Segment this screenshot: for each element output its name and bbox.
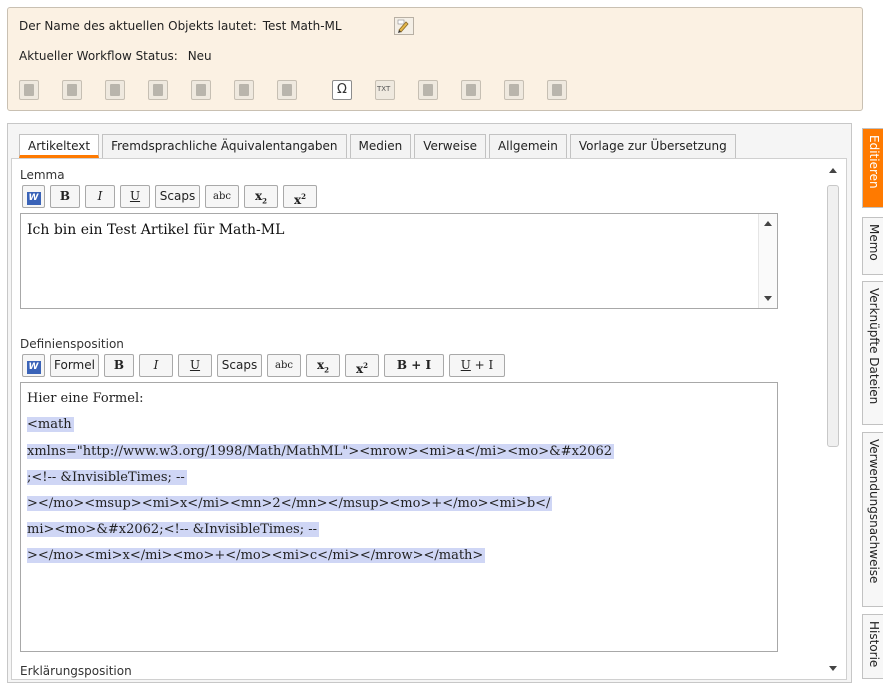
side-tab-label: Verknüpfte Dateien [867, 288, 881, 405]
formula-button[interactable]: Formel [50, 354, 99, 377]
side-tab-label: Historie [867, 621, 881, 668]
underline-italic-button[interactable]: U + I [449, 354, 505, 377]
link-icon[interactable] [547, 80, 567, 100]
book-icon[interactable] [418, 80, 438, 100]
save-icon[interactable] [234, 80, 254, 100]
formula-line: ></mo><msup><mi>x</mi><mn>2</mn></msup><… [27, 496, 553, 511]
definition-intro-text: Hier eine Formel: [27, 391, 144, 406]
subscript-button[interactable]: x2 [244, 185, 278, 208]
editor-panel: Artikeltext Fremdsprachliche Äquivalenta… [7, 123, 852, 683]
subscript-button-mark: 2 [324, 365, 330, 375]
formula-line: xmlns="http://www.w3.org/1998/Math/MathM… [27, 444, 615, 459]
tab-verweise[interactable]: Verweise [414, 134, 486, 158]
lemma-label: Lemma [20, 168, 65, 182]
scroll-up-icon[interactable] [764, 221, 772, 226]
subscript-button-mark: 2 [262, 196, 268, 206]
workflow-status-row: Aktueller Workflow Status: Neu [19, 49, 212, 63]
small-caps-button[interactable]: Scaps [217, 354, 262, 377]
new-document-icon[interactable] [62, 80, 82, 100]
bold-button[interactable]: B [50, 185, 80, 208]
object-name-row: Der Name des aktuellen Objekts lautet: T… [19, 19, 342, 33]
word-icon[interactable]: W [22, 354, 45, 377]
formula-line: <math [27, 417, 74, 432]
object-name-label: Der Name des aktuellen Objekts lautet: [19, 19, 257, 33]
small-caps-button[interactable]: Scaps [155, 185, 200, 208]
lemma-textbox[interactable]: Ich bin ein Test Artikel für Math-ML [20, 213, 778, 309]
italic-button[interactable]: I [85, 185, 115, 208]
object-name-value: Test Math-ML [262, 19, 342, 33]
side-tab-memo[interactable]: Memo [862, 217, 883, 275]
scroll-down-icon[interactable] [829, 666, 837, 671]
strikethrough-button[interactable]: abc [205, 185, 239, 208]
underline-button[interactable]: U [178, 354, 212, 377]
bold-italic-button[interactable]: B + I [384, 354, 444, 377]
print-icon[interactable] [504, 80, 524, 100]
definition-format-toolbar: W Formel B I U Scaps abc x2 x2 B + I U +… [22, 354, 510, 378]
underline-italic-rest: + I [470, 358, 494, 372]
superscript-button-mark: 2 [363, 361, 369, 370]
delete-document-icon[interactable] [148, 80, 168, 100]
side-tab-label: Editieren [867, 135, 881, 189]
formula-line: mi><mo>&#x2062;<!-- &InvisibleTimes; -- [27, 522, 320, 537]
definition-textbox[interactable]: Hier eine Formel: <math xmlns="http://ww… [20, 382, 778, 652]
formula-line: ></mo><mi>x</mi><mo>+</mo><mi>c</mi></mr… [27, 548, 486, 563]
folder-icon[interactable] [191, 80, 211, 100]
article-tabs: Artikeltext Fremdsprachliche Äquivalenta… [19, 134, 739, 158]
article-content: Lemma W B I U Scaps abc x2 x2 Ich bin ei… [11, 158, 847, 680]
lemma-format-toolbar: W B I U Scaps abc x2 x2 [22, 185, 322, 209]
tab-artikeltext[interactable]: Artikeltext [19, 134, 100, 158]
txt-icon[interactable] [375, 80, 395, 100]
side-tab-historie[interactable]: Historie [862, 614, 883, 679]
lemma-scrollbar[interactable] [758, 214, 777, 308]
content-scrollbar[interactable] [824, 165, 842, 677]
tab-allgemein[interactable]: Allgemein [488, 134, 567, 158]
formula-line: ;<!-- &InvisibleTimes; -- [27, 470, 187, 485]
workflow-status-value: Neu [187, 49, 212, 63]
underline-button[interactable]: U [120, 185, 150, 208]
side-tab-label: Verwendungsnachweise [867, 439, 881, 584]
subscript-button[interactable]: x2 [306, 354, 340, 377]
export-icon[interactable] [461, 80, 481, 100]
side-tab-verwendungsnachweise[interactable]: Verwendungsnachweise [862, 432, 883, 607]
sync-icon[interactable] [277, 80, 297, 100]
italic-button[interactable]: I [139, 354, 173, 377]
article-icon[interactable] [19, 80, 39, 100]
side-tab-editieren[interactable]: Editieren [862, 128, 883, 208]
workflow-status-label: Aktueller Workflow Status: [19, 49, 178, 63]
tab-vorlage-zur-uebersetzung[interactable]: Vorlage zur Übersetzung [569, 134, 736, 158]
side-tab-label: Memo [867, 224, 881, 261]
scroll-thumb[interactable] [827, 185, 839, 447]
lemma-text: Ich bin ein Test Artikel für Math-ML [27, 222, 285, 238]
header-toolbar [19, 80, 567, 104]
superscript-button[interactable]: x2 [345, 354, 379, 377]
explanation-label: Erklärungsposition [20, 664, 132, 678]
side-tab-verknuepfte-dateien[interactable]: Verknüpfte Dateien [862, 281, 883, 425]
object-header: Der Name des aktuellen Objekts lautet: T… [7, 7, 863, 111]
strikethrough-button[interactable]: abc [267, 354, 301, 377]
definition-label: Definiensposition [20, 337, 124, 351]
word-icon-glyph: W [26, 361, 41, 374]
omega-icon[interactable] [332, 80, 352, 100]
superscript-button[interactable]: x2 [283, 185, 317, 208]
scroll-down-icon[interactable] [764, 296, 772, 301]
word-icon-glyph: W [26, 192, 41, 205]
copy-document-icon[interactable] [105, 80, 125, 100]
superscript-button-mark: 2 [301, 192, 307, 201]
tab-medien[interactable]: Medien [349, 134, 412, 158]
word-icon[interactable]: W [22, 185, 45, 208]
scroll-up-icon[interactable] [829, 168, 837, 173]
edit-name-pencil-icon[interactable] [394, 17, 414, 35]
underline-italic-u: U [460, 358, 471, 372]
bold-button[interactable]: B [104, 354, 134, 377]
tab-fremdsprachliche-aequivalentangaben[interactable]: Fremdsprachliche Äquivalentangaben [102, 134, 347, 158]
